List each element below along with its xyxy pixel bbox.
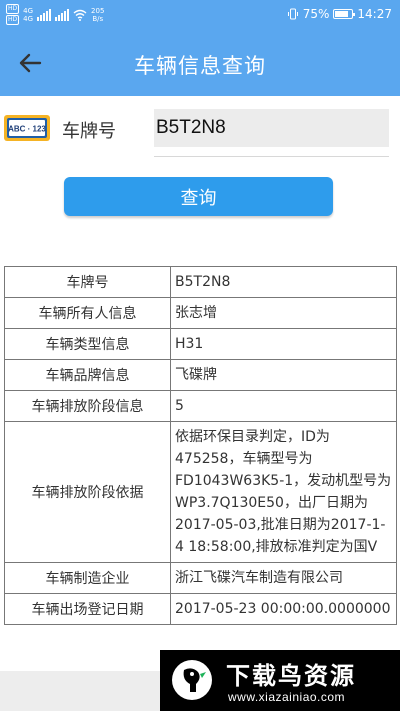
row-value: B5T2N8 [170,266,397,298]
sim2-badge: HD [6,15,20,25]
row-label: 车牌号 [4,266,171,298]
status-right: 75% 14:27 [287,7,392,21]
battery-percent: 75% [302,7,330,21]
row-label: 车辆排放阶段信息 [4,390,171,422]
row-value: H31 [170,328,397,360]
vibrate-icon [287,8,298,20]
sim-tags: HD HD [6,4,20,26]
network-type: 4G 4G [23,7,33,23]
bird-logo-icon [172,660,212,700]
table-row: 车辆品牌信息 飞碟牌 [4,359,397,391]
license-plate-icon: ABC · 123 [4,115,50,141]
table-row: 车辆排放阶段依据 依据环保目录判定，ID为475258，车辆型号为FD1043W… [4,421,397,563]
net-speed-value: 205 [91,7,105,15]
row-value: 2017-05-23 00:00:00.0000000 [170,593,397,625]
license-plate-icon-text: ABC · 123 [8,125,46,134]
watermark: 下载鸟资源 www.xiazainiao.com [160,650,400,711]
vehicle-info-table: 车牌号 B5T2N8 车辆所有人信息 张志增 车辆类型信息 H31 车辆品牌信息… [4,266,397,625]
status-left: HD HD 4G 4G 205 B/s [6,4,104,26]
row-label: 车辆出场登记日期 [4,593,171,625]
table-row: 车辆排放阶段信息 5 [4,390,397,422]
plate-input-underline [154,156,389,157]
table-row: 车辆类型信息 H31 [4,328,397,360]
table-row: 车辆出场登记日期 2017-05-23 00:00:00.0000000 [4,593,397,625]
row-value: 张志增 [170,297,397,329]
plate-label: 车牌号 [62,121,116,142]
table-row: 车辆制造企业 浙江飞碟汽车制造有限公司 [4,562,397,594]
table-row: 车辆所有人信息 张志增 [4,297,397,329]
row-value: 5 [170,390,397,422]
row-label: 车辆类型信息 [4,328,171,360]
watermark-url: www.xiazainiao.com [228,690,346,704]
plate-search-row: ABC · 123 车牌号 [0,96,400,164]
wifi-icon [73,9,87,21]
row-label: 车辆品牌信息 [4,359,171,391]
signal-icon [37,9,52,21]
row-label: 车辆排放阶段依据 [4,421,171,563]
net-speed-unit: B/s [92,15,104,23]
battery-icon [333,9,356,19]
network-type-2: 4G [23,15,34,23]
status-bar: HD HD 4G 4G 205 B/s 75% 14:27 [0,0,400,30]
query-button[interactable]: 查询 [64,177,333,216]
watermark-title: 下载鸟资源 [226,662,356,690]
plate-input[interactable] [154,109,389,147]
row-value: 飞碟牌 [170,359,397,391]
signal-2-icon [55,9,70,21]
app-bar: 车辆信息查询 [0,30,400,96]
table-row: 车牌号 B5T2N8 [4,266,397,298]
network-type-1: 4G [23,7,34,15]
net-speed: 205 B/s [91,7,104,23]
row-label: 车辆所有人信息 [4,297,171,329]
row-value: 依据环保目录判定，ID为475258，车辆型号为FD1043W63K5-1，发动… [170,421,397,563]
row-label: 车辆制造企业 [4,562,171,594]
row-value: 浙江飞碟汽车制造有限公司 [170,562,397,594]
clock: 14:27 [357,7,392,21]
sim1-badge: HD [6,4,20,14]
page-title: 车辆信息查询 [134,54,266,78]
